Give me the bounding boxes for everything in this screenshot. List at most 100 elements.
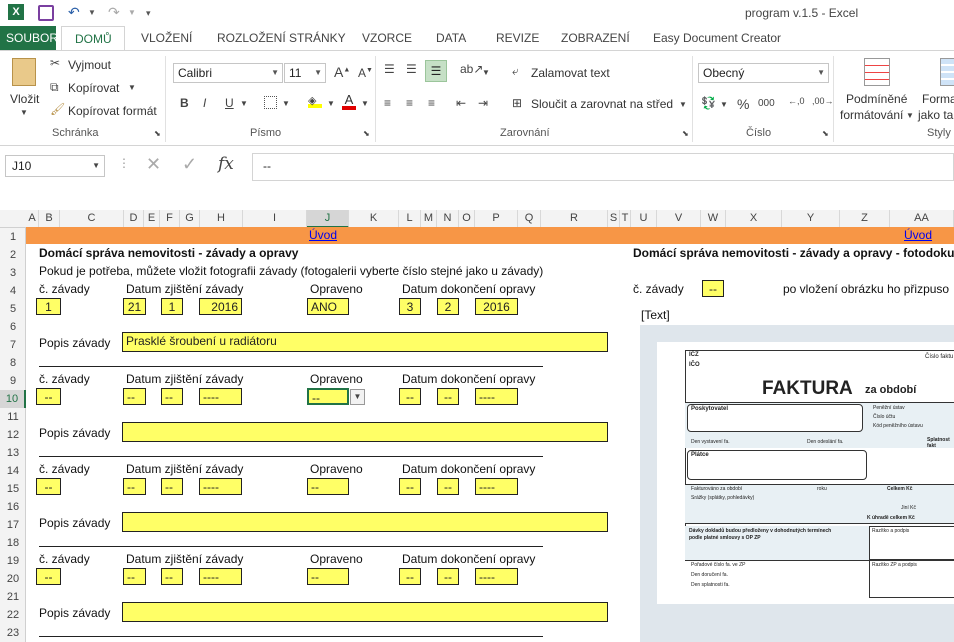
found-day-cell-4[interactable]: -- <box>123 568 146 585</box>
underline-button[interactable]: U <box>225 96 234 110</box>
merge-dropdown-icon[interactable]: ▼ <box>679 100 687 109</box>
font-color-dropdown-icon[interactable]: ▼ <box>361 99 369 108</box>
done-day-cell-1[interactable]: 3 <box>399 298 421 315</box>
text-placeholder[interactable]: [Text] <box>641 308 670 322</box>
align-center-icon[interactable]: ≡ <box>406 96 413 110</box>
format-as-table-icon[interactable] <box>940 58 954 86</box>
row-header-9[interactable]: 9 <box>0 372 26 390</box>
paste-button[interactable]: Vložit <box>10 92 39 106</box>
accounting-dropdown-icon[interactable]: ▼ <box>720 100 728 109</box>
insert-function-icon[interactable]: fx <box>218 154 234 174</box>
format-as-table-button-line2[interactable]: jako tabu <box>918 108 954 122</box>
name-box[interactable]: J10 ▼ <box>5 155 105 177</box>
column-header-e[interactable]: E <box>144 210 160 228</box>
tab-view[interactable]: ZOBRAZENÍ <box>561 31 630 45</box>
row-header-11[interactable]: 11 <box>0 408 26 426</box>
borders-dropdown-icon[interactable]: ▼ <box>282 99 290 108</box>
row-header-20[interactable]: 20 <box>0 570 26 588</box>
row-header-6[interactable]: 6 <box>0 318 26 336</box>
column-header-f[interactable]: F <box>160 210 180 228</box>
copy-icon[interactable]: ⧉ <box>50 80 59 95</box>
number-launcher-icon[interactable]: ⬊ <box>822 129 829 138</box>
done-month-cell-4[interactable]: -- <box>437 568 459 585</box>
column-header-aa[interactable]: AA <box>890 210 954 228</box>
defect-no-cell-2[interactable]: -- <box>36 388 61 405</box>
conditional-formatting-button-line2[interactable]: formátování <box>840 108 903 122</box>
found-year-cell-1[interactable]: 2016 <box>199 298 242 315</box>
format-painter-icon[interactable]: 🖌 <box>50 102 65 116</box>
undo-icon[interactable]: ↶ <box>68 4 80 21</box>
formula-bar-grip-icon[interactable]: ⋮ <box>118 156 130 170</box>
row-header-15[interactable]: 15 <box>0 480 26 498</box>
italic-button[interactable]: I <box>203 96 206 110</box>
column-header-a[interactable]: A <box>26 210 39 228</box>
column-header-r[interactable]: R <box>541 210 608 228</box>
column-header-p[interactable]: P <box>475 210 518 228</box>
formula-input[interactable]: -- <box>252 153 954 181</box>
column-header-q[interactable]: Q <box>518 210 541 228</box>
tab-insert[interactable]: VLOŽENÍ <box>141 31 192 45</box>
row-header-21[interactable]: 21 <box>0 588 26 606</box>
tab-easy-document-creator[interactable]: Easy Document Creator <box>653 31 781 45</box>
column-header-i[interactable]: I <box>243 210 307 228</box>
cancel-icon[interactable]: ✕ <box>146 154 161 175</box>
font-launcher-icon[interactable]: ⬊ <box>363 129 370 138</box>
column-header-d[interactable]: D <box>124 210 144 228</box>
dropdown-arrow-icon[interactable]: ▼ <box>350 389 365 405</box>
description-cell-4[interactable] <box>122 602 608 622</box>
tab-review[interactable]: REVIZE <box>496 31 539 45</box>
tab-home[interactable]: DOMŮ <box>61 26 125 51</box>
row-header-4[interactable]: 4 <box>0 282 26 300</box>
column-header-l[interactable]: L <box>399 210 421 228</box>
cut-icon[interactable]: ✂ <box>50 56 60 70</box>
row-header-3[interactable]: 3 <box>0 264 26 282</box>
wrap-text-icon[interactable]: ⤶ <box>512 64 519 79</box>
redo-icon[interactable]: ↷ <box>108 4 120 21</box>
done-day-cell-3[interactable]: -- <box>399 478 421 495</box>
borders-icon[interactable] <box>264 96 277 109</box>
undo-dropdown-icon[interactable]: ▼ <box>88 8 96 17</box>
row-header-13[interactable]: 13 <box>0 444 26 462</box>
column-header-g[interactable]: G <box>180 210 200 228</box>
found-month-cell-4[interactable]: -- <box>161 568 183 585</box>
column-header-z[interactable]: Z <box>840 210 890 228</box>
row-header-14[interactable]: 14 <box>0 462 26 480</box>
column-header-k[interactable]: K <box>349 210 399 228</box>
tab-data[interactable]: DATA <box>436 31 466 45</box>
done-day-cell-4[interactable]: -- <box>399 568 421 585</box>
orientation-icon[interactable]: ab↗ <box>460 62 483 76</box>
format-painter-button[interactable]: Kopírovat formát <box>68 104 157 118</box>
fixed-cell-3[interactable]: -- <box>307 478 349 495</box>
column-header-v[interactable]: V <box>657 210 701 228</box>
found-day-cell-1[interactable]: 21 <box>123 298 146 315</box>
found-month-cell-2[interactable]: -- <box>161 388 183 405</box>
tab-formulas[interactable]: VZORCE <box>362 31 412 45</box>
copy-button[interactable]: Kopírovat <box>68 81 119 95</box>
merge-center-button[interactable]: Sloučit a zarovnat na střed <box>531 97 673 111</box>
found-month-cell-1[interactable]: 1 <box>161 298 183 315</box>
format-as-table-button[interactable]: Forma <box>922 92 954 106</box>
found-month-cell-3[interactable]: -- <box>161 478 183 495</box>
increase-decimal-icon[interactable]: ←,0 <box>788 96 805 106</box>
thousands-button[interactable]: 000 <box>758 98 775 109</box>
column-header-b[interactable]: B <box>39 210 60 228</box>
bold-button[interactable]: B <box>180 96 189 110</box>
align-top-icon[interactable]: ☰ <box>384 62 395 76</box>
align-left-icon[interactable]: ≡ <box>384 96 391 110</box>
conditional-formatting-icon[interactable] <box>864 58 890 86</box>
done-month-cell-2[interactable]: -- <box>437 388 459 405</box>
save-icon[interactable] <box>38 5 54 21</box>
defect-no-cell-4[interactable]: -- <box>36 568 61 585</box>
cut-button[interactable]: Vyjmout <box>68 58 111 72</box>
font-name-combo[interactable]: Calibri ▼ <box>173 63 283 83</box>
paste-icon[interactable] <box>12 58 36 86</box>
row-header-23[interactable]: 23 <box>0 624 26 642</box>
intro-link[interactable]: Úvod <box>309 228 337 242</box>
description-cell-2[interactable] <box>122 422 608 442</box>
column-header-u[interactable]: U <box>631 210 657 228</box>
clipboard-launcher-icon[interactable]: ⬊ <box>154 129 161 138</box>
found-year-cell-2[interactable]: ---- <box>199 388 242 405</box>
column-header-o[interactable]: O <box>459 210 475 228</box>
number-format-combo[interactable]: Obecný ▼ <box>698 63 829 83</box>
copy-dropdown-icon[interactable]: ▼ <box>128 83 136 92</box>
